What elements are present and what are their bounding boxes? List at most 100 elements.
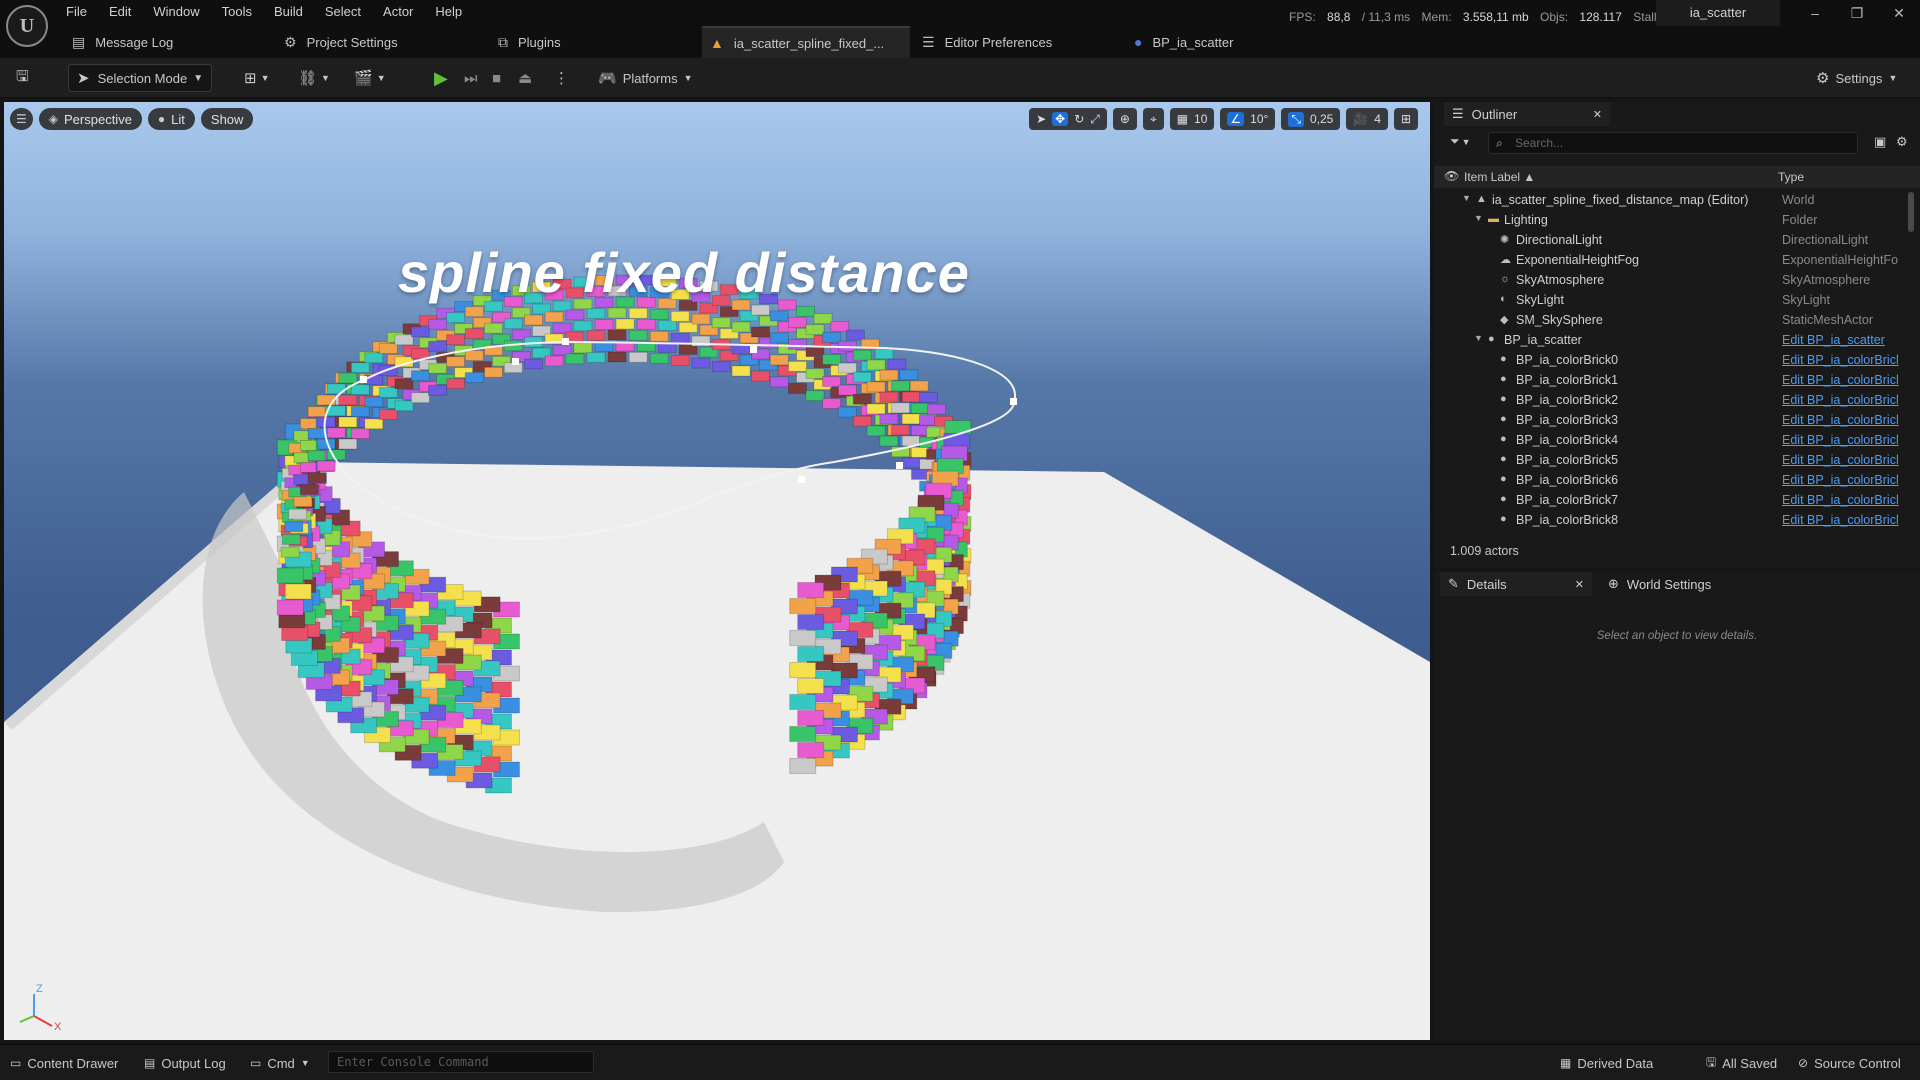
- select-tool-icon[interactable]: ➤: [1036, 112, 1046, 126]
- tab-plugins[interactable]: ⧉ Plugins: [498, 26, 561, 58]
- unreal-logo-icon[interactable]: U: [6, 5, 48, 47]
- outliner-row[interactable]: ◆ SM_SkySphere StaticMeshActor: [1434, 310, 1904, 330]
- maximize-button[interactable]: ❐: [1842, 4, 1872, 22]
- rotate-tool-icon[interactable]: ↻: [1074, 112, 1084, 126]
- brick: [464, 350, 484, 362]
- cmd-dropdown[interactable]: ▭ Cmd ▼: [250, 1054, 310, 1072]
- item-label-column[interactable]: Item Label ▲: [1464, 170, 1535, 184]
- outliner-row[interactable]: ☁ ExponentialHeightFog ExponentialHeightFo: [1434, 250, 1904, 270]
- edit-blueprint-link[interactable]: Edit BP_ia_colorBricl: [1782, 473, 1904, 487]
- close-icon[interactable]: ✕: [1575, 578, 1584, 591]
- layout-button[interactable]: ⊞: [1393, 108, 1418, 130]
- lit-button[interactable]: ● Lit: [147, 108, 195, 130]
- outliner-row[interactable]: ● BP_ia_colorBrick0 Edit BP_ia_colorBricl: [1434, 350, 1904, 370]
- edit-blueprint-link[interactable]: Edit BP_ia_scatter: [1782, 333, 1904, 347]
- expand-arrow-icon[interactable]: ▼: [1462, 193, 1471, 203]
- edit-blueprint-link[interactable]: Edit BP_ia_colorBricl: [1782, 433, 1904, 447]
- outliner-scrollbar[interactable]: [1908, 192, 1914, 232]
- cinematics-button[interactable]: 🎬 ▼: [354, 64, 386, 92]
- surface-snap-button[interactable]: ⌖: [1142, 108, 1164, 130]
- grid-snap-button[interactable]: ▦ 10: [1169, 108, 1215, 130]
- tab-editor-preferences[interactable]: ☰ Editor Preferences: [922, 26, 1052, 58]
- outliner-row[interactable]: ● BP_ia_colorBrick5 Edit BP_ia_colorBricl: [1434, 450, 1904, 470]
- scale-snap-button[interactable]: ⤡ 0,25: [1281, 108, 1341, 130]
- camera-speed-button[interactable]: 🎥 4: [1346, 108, 1388, 130]
- edit-blueprint-link[interactable]: Edit BP_ia_colorBricl: [1782, 353, 1904, 367]
- outliner-row[interactable]: ● BP_ia_colorBrick8 Edit BP_ia_colorBricl: [1434, 510, 1904, 530]
- outliner-row[interactable]: ▼ ● BP_ia_scatter Edit BP_ia_scatter: [1434, 330, 1904, 350]
- filter-button[interactable]: ⏷ ▼: [1450, 134, 1471, 149]
- eject-button[interactable]: ⏏: [518, 64, 532, 92]
- outliner-row[interactable]: ◐ SkyLight SkyLight: [1434, 290, 1904, 310]
- expand-arrow-icon[interactable]: ▼: [1474, 213, 1483, 223]
- menu-window[interactable]: Window: [153, 4, 199, 19]
- tab-details[interactable]: ✎ Details ✕: [1440, 572, 1592, 596]
- perspective-button[interactable]: ◈ Perspective: [38, 108, 142, 130]
- tab-bp-ia-scatter[interactable]: ● BP_ia_scatter: [1134, 26, 1233, 58]
- outliner-row[interactable]: ▼ ▲ ia_scatter_spline_fixed_distance_map (…: [1434, 190, 1904, 210]
- menu-file[interactable]: File: [66, 4, 87, 19]
- show-button[interactable]: Show: [200, 108, 254, 130]
- edit-blueprint-link[interactable]: Edit BP_ia_colorBricl: [1782, 413, 1904, 427]
- save-button[interactable]: 🖫: [16, 64, 29, 92]
- outliner-row[interactable]: ● BP_ia_colorBrick6 Edit BP_ia_colorBricl: [1434, 470, 1904, 490]
- outliner-search-input[interactable]: ⌕ Search... ▼: [1488, 132, 1858, 154]
- add-folder-button[interactable]: ▣: [1874, 134, 1886, 150]
- tab-message-log[interactable]: ▤ Message Log: [72, 26, 173, 58]
- scale-tool-icon[interactable]: ⤢: [1090, 112, 1100, 127]
- viewport-menu-button[interactable]: ☰: [10, 108, 33, 130]
- outliner-row[interactable]: ● BP_ia_colorBrick4 Edit BP_ia_colorBricl: [1434, 430, 1904, 450]
- type-column[interactable]: Type: [1778, 170, 1804, 184]
- eye-icon[interactable]: 👁: [1444, 169, 1459, 183]
- outliner-row[interactable]: ● BP_ia_colorBrick1 Edit BP_ia_colorBricl: [1434, 370, 1904, 390]
- settings-dropdown[interactable]: ⚙ Settings ▼: [1816, 64, 1897, 92]
- console-input[interactable]: Enter Console Command: [328, 1051, 594, 1073]
- edit-blueprint-link[interactable]: Edit BP_ia_colorBricl: [1782, 373, 1904, 387]
- content-drawer-button[interactable]: ▭ Content Drawer: [10, 1054, 118, 1072]
- menu-tools[interactable]: Tools: [222, 4, 252, 19]
- edit-blueprint-link[interactable]: Edit BP_ia_colorBricl: [1782, 513, 1904, 527]
- move-tool-icon[interactable]: ✥: [1052, 112, 1069, 126]
- edit-blueprint-link[interactable]: Edit BP_ia_colorBricl: [1782, 493, 1904, 507]
- step-button[interactable]: ⏭: [464, 64, 478, 92]
- selection-mode-dropdown[interactable]: ➤ Selection Mode ▼: [68, 64, 212, 92]
- platforms-dropdown[interactable]: 🎮 Platforms ▼: [598, 64, 693, 92]
- rotation-snap-button[interactable]: ∠ 10°: [1220, 108, 1276, 130]
- derived-data-button[interactable]: ▦ Derived Data: [1560, 1054, 1653, 1072]
- outliner-row[interactable]: ▼ ▬ Lighting Folder: [1434, 210, 1904, 230]
- tab-level-map[interactable]: ▲ ia_scatter_spline_fixed_...: [702, 26, 910, 58]
- output-log-button[interactable]: ▤ Output Log: [144, 1054, 226, 1072]
- play-button[interactable]: ▶: [434, 64, 448, 92]
- more-options-button[interactable]: ⋮: [554, 64, 569, 92]
- menu-help[interactable]: Help: [435, 4, 462, 19]
- outliner-row[interactable]: ✺ DirectionalLight DirectionalLight: [1434, 230, 1904, 250]
- outliner-row[interactable]: ● BP_ia_colorBrick3 Edit BP_ia_colorBricl: [1434, 410, 1904, 430]
- outliner-item-label: BP_ia_colorBrick0: [1516, 353, 1619, 367]
- coordinate-system-button[interactable]: ⊕: [1112, 108, 1137, 130]
- close-icon[interactable]: ✕: [1593, 108, 1602, 121]
- brick: [797, 710, 825, 726]
- tab-outliner[interactable]: ☰ Outliner ✕: [1444, 102, 1610, 126]
- menu-build[interactable]: Build: [274, 4, 303, 19]
- edit-blueprint-link[interactable]: Edit BP_ia_colorBricl: [1782, 453, 1904, 467]
- tab-project-settings[interactable]: ⚙ Project Settings: [284, 26, 398, 58]
- tab-world-settings[interactable]: ⊕ World Settings: [1602, 572, 1711, 596]
- menu-edit[interactable]: Edit: [109, 4, 131, 19]
- outliner-row[interactable]: ● BP_ia_colorBrick7 Edit BP_ia_colorBricl: [1434, 490, 1904, 510]
- all-saved-button[interactable]: 🖫 All Saved: [1706, 1054, 1777, 1072]
- source-control-button[interactable]: ⊘ Source Control: [1798, 1054, 1901, 1072]
- outliner-row[interactable]: ● BP_ia_colorBrick2 Edit BP_ia_colorBricl: [1434, 390, 1904, 410]
- menu-select[interactable]: Select: [325, 4, 361, 19]
- add-actor-button[interactable]: ⊞ ▼: [244, 64, 270, 92]
- menu-actor[interactable]: Actor: [383, 4, 413, 19]
- stop-button[interactable]: ■: [492, 64, 501, 92]
- outliner-row[interactable]: ☼ SkyAtmosphere SkyAtmosphere: [1434, 270, 1904, 290]
- edit-blueprint-link[interactable]: Edit BP_ia_colorBricl: [1782, 393, 1904, 407]
- minimize-button[interactable]: –: [1800, 4, 1830, 22]
- level-viewport[interactable]: ☰ ◈ Perspective ● Lit Show ➤ ✥ ↻ ⤢ ⊕ ⌖ ▦ 10…: [4, 102, 1430, 1040]
- outliner-settings-button[interactable]: ⚙: [1896, 134, 1908, 150]
- blueprint-menu-button[interactable]: ⛓ ▼: [298, 64, 330, 92]
- brick: [822, 398, 842, 409]
- expand-arrow-icon[interactable]: ▼: [1474, 333, 1483, 343]
- close-window-button[interactable]: ✕: [1884, 4, 1914, 22]
